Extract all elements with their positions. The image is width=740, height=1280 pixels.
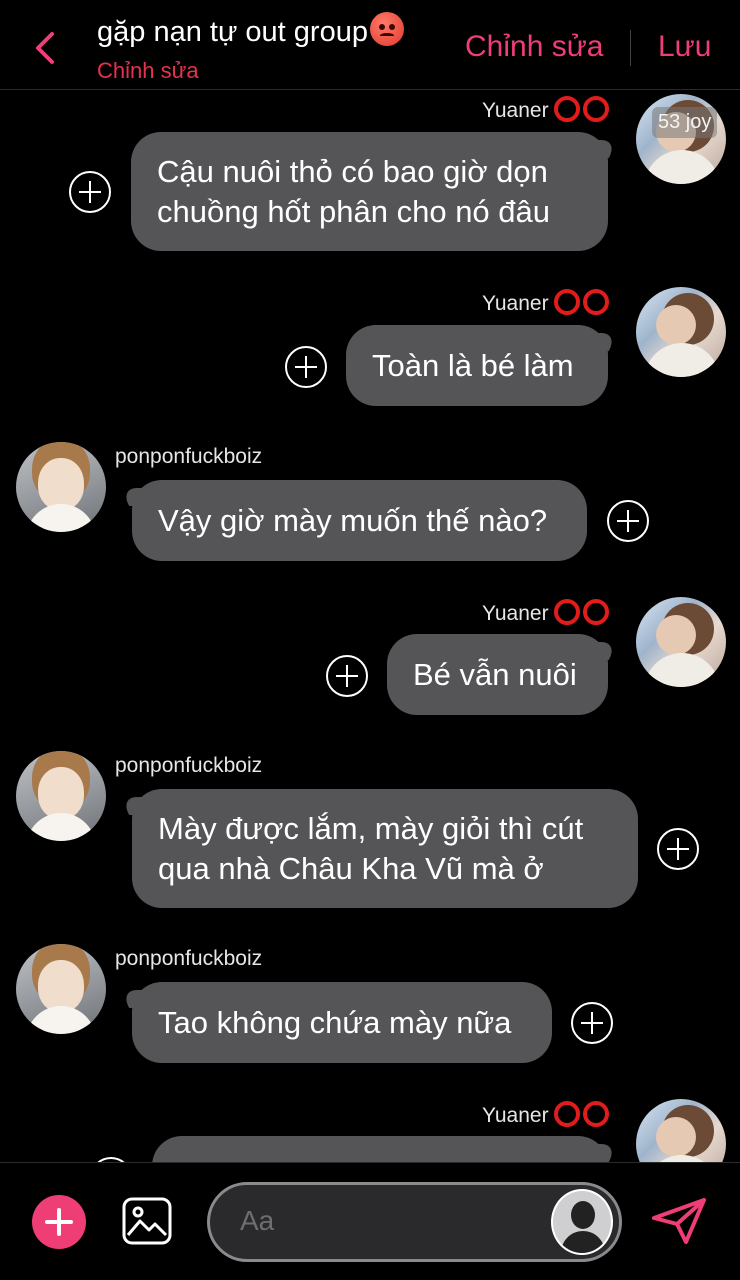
message-line: Toàn là bé làm <box>372 347 574 383</box>
message-line: Vậy giờ mày muốn thế nào? <box>158 502 548 538</box>
sender-name: Yuaner <box>482 96 609 128</box>
red-rings-icon <box>551 1101 609 1133</box>
message-bubble[interactable] <box>152 1136 608 1162</box>
message-input-placeholder: Aa <box>240 1205 275 1236</box>
chevron-left-icon <box>36 32 54 64</box>
red-rings-icon <box>551 289 609 321</box>
add-reaction-icon[interactable] <box>657 828 699 870</box>
image-glyph <box>122 1197 172 1245</box>
avatar[interactable] <box>636 1099 726 1162</box>
chat-screen: gặp nạn tự out group Chỉnh sửa Chỉnh sửa… <box>0 0 740 1280</box>
chat-subtitle[interactable]: Chỉnh sửa <box>97 58 199 84</box>
header-divider <box>630 30 631 66</box>
message-bubble[interactable]: Toàn là bé làm <box>346 325 608 406</box>
message-bubble[interactable]: Tao không chứa mày nữa <box>132 982 552 1063</box>
watermark: 53 joy <box>652 107 718 138</box>
profile-icon[interactable] <box>551 1189 613 1255</box>
avatar[interactable] <box>16 442 106 532</box>
chat-header: gặp nạn tự out group Chỉnh sửa Chỉnh sửa… <box>0 0 740 90</box>
avatar[interactable] <box>636 597 726 687</box>
send-glyph <box>652 1198 706 1244</box>
add-reaction-icon[interactable] <box>326 655 368 697</box>
message-input[interactable]: Aa <box>207 1182 622 1262</box>
avatar[interactable] <box>16 751 106 841</box>
message-bubble[interactable]: Cậu nuôi thỏ có bao giờ dọn chuồng hốt p… <box>131 132 608 251</box>
save-button[interactable]: Lưu <box>658 30 711 64</box>
message-bubble[interactable]: Mày được lắm, mày giỏi thì cút qua nhà C… <box>132 789 638 908</box>
sender-name: Yuaner <box>482 599 609 631</box>
message-bubble[interactable]: Vậy giờ mày muốn thế nào? <box>132 480 587 561</box>
message-bubble[interactable]: Bé vẫn nuôi <box>387 634 608 715</box>
add-reaction-icon[interactable] <box>571 1002 613 1044</box>
sender-name: Yuaner <box>482 1101 609 1133</box>
red-rings-icon <box>551 96 609 128</box>
sender-name: Yuaner <box>482 289 609 321</box>
image-icon[interactable] <box>122 1197 172 1245</box>
back-button[interactable] <box>28 28 64 68</box>
sender-name: ponponfuckboiz <box>115 947 263 970</box>
add-reaction-icon[interactable] <box>285 346 327 388</box>
edit-button[interactable]: Chỉnh sửa <box>465 30 604 64</box>
add-reaction-icon[interactable] <box>607 500 649 542</box>
message-list[interactable]: Yuaner 53 joy Cậu nuôi thỏ có bao giờ dọ… <box>0 91 740 1162</box>
message-line: Bé vẫn nuôi <box>413 656 577 692</box>
red-rings-icon <box>551 599 609 631</box>
message-line: qua nhà Châu Kha Vũ mà ở <box>158 850 544 886</box>
plus-icon[interactable] <box>32 1195 86 1249</box>
chat-title-text: gặp nạn tự out group <box>97 16 368 48</box>
angry-face-icon <box>369 12 404 46</box>
add-reaction-icon[interactable] <box>69 171 111 213</box>
message-line: Tao không chứa mày nữa <box>158 1004 512 1040</box>
sender-name: ponponfuckboiz <box>115 445 263 468</box>
avatar[interactable] <box>636 287 726 377</box>
sender-name: ponponfuckboiz <box>115 754 263 777</box>
composer-bar: Aa <box>0 1162 740 1280</box>
avatar[interactable] <box>16 944 106 1034</box>
message-line: Mày được lắm, mày giỏi thì cút <box>158 810 584 846</box>
send-icon[interactable] <box>650 1196 708 1246</box>
message-line: Cậu nuôi thỏ có bao giờ dọn <box>157 153 548 189</box>
message-line: chuồng hốt phân cho nó đâu <box>157 193 551 229</box>
chat-title: gặp nạn tự out group <box>97 12 404 49</box>
